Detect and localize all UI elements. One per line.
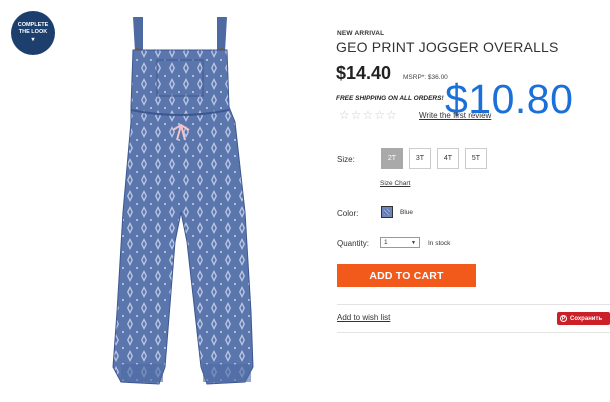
complete-look-line2: THE LOOK bbox=[18, 28, 48, 35]
chevron-down-icon: ▾ bbox=[31, 37, 35, 44]
product-title: GEO PRINT JOGGER OVERALLS bbox=[336, 39, 559, 55]
chevron-down-icon: ▼ bbox=[411, 239, 416, 246]
divider bbox=[337, 304, 610, 305]
color-swatch-blue[interactable] bbox=[381, 206, 393, 218]
size-label: Size: bbox=[337, 155, 355, 164]
pinterest-icon: P bbox=[560, 315, 567, 322]
quantity-select[interactable]: 1 ▼ bbox=[380, 237, 420, 248]
add-to-wishlist-link[interactable]: Add to wish list bbox=[337, 313, 390, 322]
new-arrival-badge: NEW ARRIVAL bbox=[337, 30, 385, 37]
quantity-label: Quantity: bbox=[337, 239, 370, 248]
msrp-price: MSRP*: $36.00 bbox=[403, 74, 448, 81]
size-option-2t[interactable]: 2T bbox=[381, 148, 403, 169]
product-price: $14.40 bbox=[336, 63, 392, 83]
size-chart-link[interactable]: Size Chart bbox=[380, 180, 410, 187]
complete-the-look-button[interactable]: COMPLETE THE LOOK ▾ bbox=[11, 11, 55, 55]
write-review-link[interactable]: Write the first review bbox=[419, 111, 491, 120]
color-name: Blue bbox=[400, 209, 414, 216]
size-option-5t[interactable]: 5T bbox=[465, 148, 487, 169]
divider bbox=[337, 332, 610, 333]
add-to-cart-button[interactable]: ADD TO CART bbox=[337, 264, 476, 287]
rating-stars[interactable]: ☆☆☆☆☆ bbox=[339, 108, 398, 122]
stock-status: In stock bbox=[428, 240, 451, 247]
save-label: Сохранить bbox=[570, 315, 603, 322]
size-option-4t[interactable]: 4T bbox=[437, 148, 459, 169]
color-label: Color: bbox=[337, 209, 359, 218]
quantity-value: 1 bbox=[384, 239, 388, 246]
free-shipping-note: FREE SHIPPING ON ALL ORDERS! bbox=[336, 95, 444, 102]
product-image[interactable] bbox=[95, 12, 265, 397]
pinterest-save-button[interactable]: P Сохранить bbox=[557, 312, 610, 325]
size-option-3t[interactable]: 3T bbox=[409, 148, 431, 169]
